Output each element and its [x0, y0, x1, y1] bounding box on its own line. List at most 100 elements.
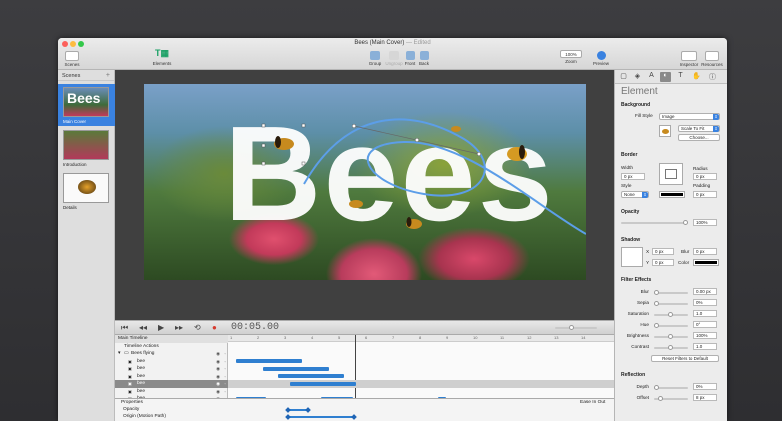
slider-knob[interactable]: [654, 385, 659, 390]
shadow-blur-field[interactable]: 0 px: [693, 248, 717, 255]
opacity-field[interactable]: 100%: [693, 219, 717, 226]
slider-knob[interactable]: [683, 220, 688, 225]
lock-icon[interactable]: ◦: [224, 359, 226, 364]
go-to-start-icon[interactable]: ⏮: [121, 323, 128, 333]
lock-icon[interactable]: ◦: [224, 366, 226, 371]
element-tab-icon[interactable]: ◐: [660, 72, 671, 82]
fill-style-select[interactable]: Image ⇕: [659, 113, 720, 120]
filter-slider[interactable]: [654, 312, 688, 317]
selection-handle[interactable]: [261, 123, 266, 128]
offset-field[interactable]: 8 px: [693, 394, 717, 401]
eye-icon[interactable]: ◉: [216, 351, 220, 357]
group-row[interactable]: ▾ ▭ Bees flying ◉ ◦: [115, 350, 228, 358]
loop-icon[interactable]: ⟲: [194, 323, 201, 332]
slider-knob[interactable]: [654, 290, 659, 295]
bezier-handle[interactable]: [351, 123, 357, 129]
ungroup-button[interactable]: Ungroup: [384, 38, 404, 70]
identity-tab-icon[interactable]: ⓘ: [707, 72, 718, 82]
animation-bar[interactable]: [290, 381, 356, 386]
motion-path[interactable]: [303, 118, 586, 235]
opacity-slider[interactable]: [621, 220, 688, 225]
selection-handle[interactable]: [301, 161, 306, 166]
play-icon[interactable]: ▶: [158, 323, 164, 332]
filter-field[interactable]: 1.0: [693, 343, 717, 350]
border-color-well[interactable]: [659, 191, 685, 198]
filter-slider[interactable]: [654, 334, 688, 339]
filter-field[interactable]: 1.0: [693, 310, 717, 317]
timeline-zoom-slider[interactable]: [555, 325, 597, 330]
zoom-field[interactable]: 100%: [560, 50, 582, 58]
actions-tab-icon[interactable]: ✋: [691, 72, 702, 82]
lock-icon[interactable]: ◦: [224, 374, 226, 379]
bee-image[interactable]: [507, 145, 527, 161]
layer-row[interactable]: ▣ bee ◉ ◦: [115, 358, 228, 366]
group-button[interactable]: Group: [366, 38, 384, 70]
choose-image-button[interactable]: Choose...: [678, 134, 720, 141]
layer-row[interactable]: ▣ bee ◉ ◦: [115, 388, 228, 396]
typography-tab-icon[interactable]: A: [646, 72, 657, 82]
add-scene-button[interactable]: +: [106, 72, 110, 79]
text-tab-icon[interactable]: T: [675, 72, 686, 82]
keyframe[interactable]: [305, 407, 311, 413]
eye-icon[interactable]: ◉: [216, 374, 220, 380]
property-animation-bar[interactable]: [288, 416, 354, 418]
scene-item-main-cover[interactable]: Bees Main Cover: [58, 84, 115, 126]
scenes-toolbar-button[interactable]: Scenes: [62, 38, 82, 70]
document-tab-icon[interactable]: ▢: [618, 72, 629, 82]
slider-knob[interactable]: [658, 396, 663, 401]
preview-button[interactable]: Preview: [591, 38, 611, 70]
path-point[interactable]: [414, 137, 420, 143]
resources-toggle-button[interactable]: Resources: [700, 38, 724, 70]
filter-slider[interactable]: [654, 301, 688, 306]
radius-field[interactable]: 0 px: [693, 173, 717, 180]
time-ruler[interactable]: 1 2 3 4 5 6 7 8 9 10 11 12 13 14: [228, 335, 614, 342]
eye-icon[interactable]: ◉: [216, 359, 220, 365]
slider-knob[interactable]: [654, 323, 659, 328]
scene-item-introduction[interactable]: Introduction: [58, 127, 115, 169]
layer-row-selected[interactable]: ▣ bee ◉ ◦: [115, 380, 228, 388]
filter-field[interactable]: 0.00 px: [693, 288, 717, 295]
selection-handle[interactable]: [261, 143, 266, 148]
elements-toolbar-button[interactable]: T▦ Elements: [148, 38, 176, 70]
border-style-select[interactable]: None ⇕: [621, 191, 649, 198]
animation-bar[interactable]: [236, 359, 302, 363]
easing-select[interactable]: Ease In Out: [580, 400, 605, 405]
image-well[interactable]: [659, 125, 671, 137]
bee-image[interactable]: [451, 126, 461, 132]
keyframe[interactable]: [351, 414, 357, 420]
layer-row[interactable]: ▣ bee ◉ ◦: [115, 365, 228, 373]
send-back-button[interactable]: Back: [417, 38, 431, 70]
timeline-selector[interactable]: Main Timeline: [115, 335, 228, 343]
bring-front-button[interactable]: Front: [403, 38, 417, 70]
bee-image[interactable]: [406, 217, 422, 229]
bee-image[interactable]: [274, 136, 294, 150]
depth-field[interactable]: 0%: [693, 383, 717, 390]
filter-field[interactable]: 0°: [693, 321, 717, 328]
record-icon[interactable]: ●: [212, 323, 217, 332]
border-side-selector[interactable]: [659, 163, 683, 185]
filter-slider[interactable]: [654, 345, 688, 350]
eye-icon[interactable]: ◉: [216, 381, 220, 387]
disclosure-triangle-icon[interactable]: ▾: [118, 351, 120, 356]
bee-image[interactable]: [349, 200, 363, 208]
shadow-y-field[interactable]: 0 px: [652, 259, 674, 266]
animation-bar[interactable]: [263, 366, 329, 371]
lock-icon[interactable]: ◦: [224, 389, 226, 394]
layer-row[interactable]: ▣ bee ◉ ◦: [115, 373, 228, 381]
filter-slider[interactable]: [654, 290, 688, 295]
animation-bar[interactable]: [278, 374, 344, 378]
timeline-actions-row[interactable]: Timeline Actions: [115, 343, 228, 351]
bezier-handle[interactable]: [476, 151, 482, 157]
image-scale-select[interactable]: Scale To Fit ⇕: [678, 125, 720, 132]
slider-knob[interactable]: [569, 325, 574, 330]
eye-icon[interactable]: ◉: [216, 389, 220, 395]
lock-icon[interactable]: ◦: [224, 381, 226, 386]
reset-filters-button[interactable]: Reset Filters to Default: [651, 355, 719, 362]
padding-field[interactable]: 0 px: [693, 191, 717, 198]
layers-tab-icon[interactable]: ◈: [632, 72, 643, 82]
scene-item-details[interactable]: Details: [58, 170, 115, 212]
offset-slider[interactable]: [654, 396, 688, 401]
filter-field[interactable]: 100%: [693, 332, 717, 339]
shadow-color-well[interactable]: [693, 259, 719, 266]
shadow-angle-well[interactable]: [621, 247, 643, 267]
